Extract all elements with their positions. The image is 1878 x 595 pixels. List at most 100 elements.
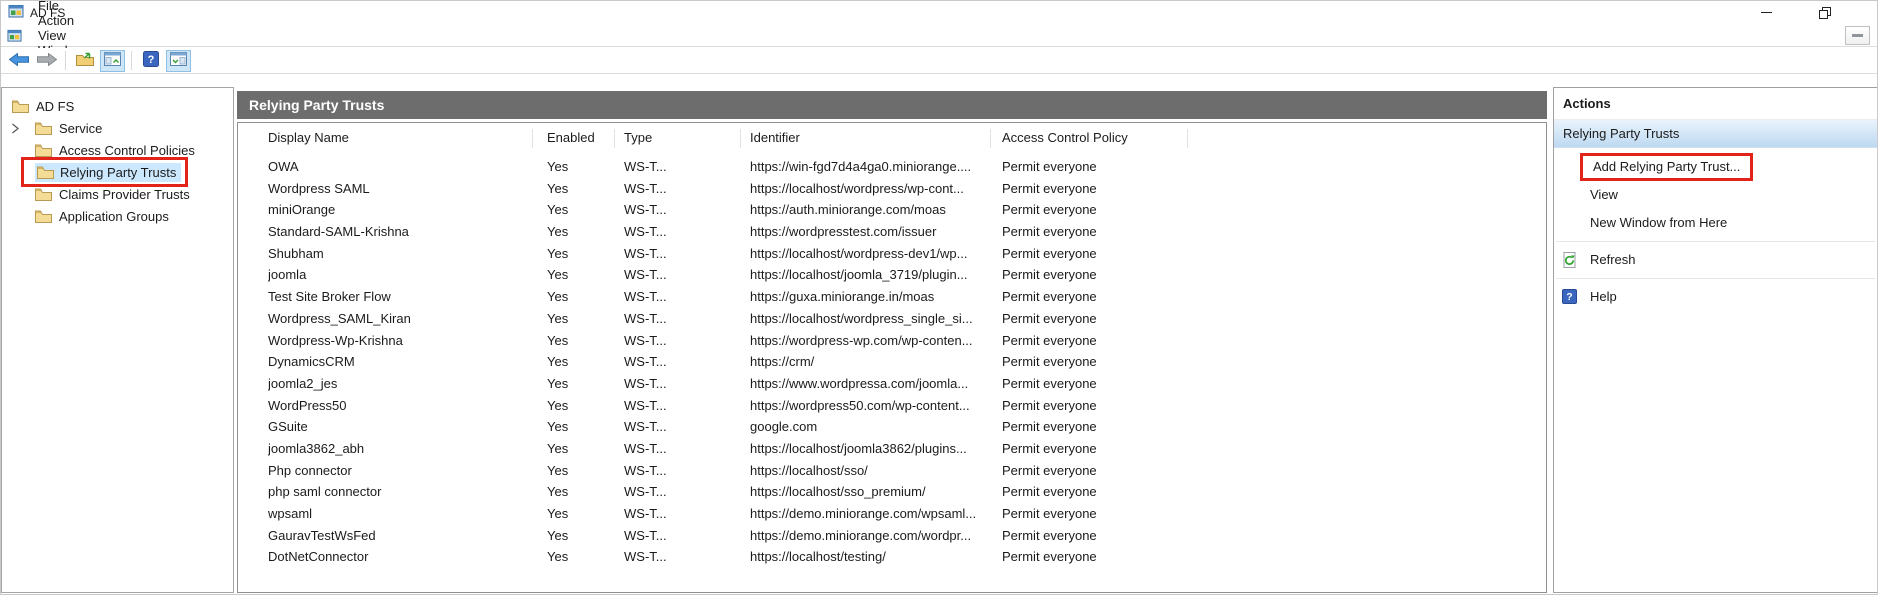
back-button[interactable] [6,50,31,72]
table-row-wordpress50[interactable]: WordPress50YesWS-T...https://wordpress50… [238,395,1546,417]
action-label: New Window from Here [1590,215,1727,230]
table-row-miniorange[interactable]: miniOrangeYesWS-T...https://auth.miniora… [238,199,1546,221]
table-row-php-connector[interactable]: Php connectorYesWS-T...https://localhost… [238,460,1546,482]
table-row-standard-saml-krishna[interactable]: Standard-SAML-KrishnaYesWS-T...https://w… [238,221,1546,243]
column-separator[interactable] [990,129,991,148]
chevron-right-icon[interactable] [7,123,35,134]
console-window-minimize-button[interactable] [1845,26,1870,45]
forward-button[interactable] [34,50,59,72]
column-header-access-control-policy[interactable]: Access Control Policy [1002,123,1186,153]
table-row-wpsaml[interactable]: wpsamlYesWS-T...https://demo.miniorange.… [238,503,1546,525]
cell-type: WS-T... [624,351,736,373]
action-refresh[interactable]: Refresh [1554,246,1877,274]
table-row-php-saml-connector[interactable]: php saml connectorYesWS-T...https://loca… [238,481,1546,503]
column-header-display-name[interactable]: Display Name [268,123,532,153]
cell-enabled: Yes [547,395,611,417]
column-header-identifier[interactable]: Identifier [750,123,986,153]
actions-group-header[interactable]: Relying Party Trusts [1554,120,1877,148]
cell-type: WS-T... [624,243,736,265]
cell-access-control-policy: Permit everyone [1002,438,1186,460]
cell-type: WS-T... [624,546,736,568]
folder-icon [35,210,52,223]
cell-type: WS-T... [624,503,736,525]
cell-enabled: Yes [547,373,611,395]
minimize-button[interactable] [1743,1,1789,24]
cell-display-name: GSuite [268,416,532,438]
table-row-joomla2-jes[interactable]: joomla2_jesYesWS-T...https://www.wordpre… [238,373,1546,395]
table-row-test-site-broker-flow[interactable]: Test Site Broker FlowYesWS-T...https://g… [238,286,1546,308]
column-header-type[interactable]: Type [624,123,736,153]
svg-text:?: ? [147,54,154,66]
action-help[interactable]: ? Help [1554,283,1877,311]
cell-enabled: Yes [547,481,611,503]
table-row-wordpress-wp-krishna[interactable]: Wordpress-Wp-KrishnaYesWS-T...https://wo… [238,330,1546,352]
column-separator[interactable] [532,129,533,148]
cell-access-control-policy: Permit everyone [1002,199,1186,221]
table-row-gauravtestwsfed[interactable]: GauravTestWsFedYesWS-T...https://demo.mi… [238,525,1546,547]
cell-access-control-policy: Permit everyone [1002,156,1186,178]
cell-access-control-policy: Permit everyone [1002,460,1186,482]
column-separator[interactable] [614,129,615,148]
action-pane-icon [170,52,187,69]
cell-type: WS-T... [624,330,736,352]
action-add-relying-party-trust[interactable]: Add Relying Party Trust... [1554,153,1877,181]
tree-item-application-groups[interactable]: Application Groups [2,205,233,227]
cell-display-name: Standard-SAML-Krishna [268,221,532,243]
action-label: Add Relying Party Trust... [1593,159,1740,174]
cell-enabled: Yes [547,308,611,330]
table-row-wordpress-saml-kiran[interactable]: Wordpress_SAML_KiranYesWS-T...https://lo… [238,308,1546,330]
actions-pane-header-text: Actions [1563,96,1611,111]
column-header-enabled[interactable]: Enabled [547,123,611,153]
table-row-joomla[interactable]: joomlaYesWS-T...https://localhost/joomla… [238,264,1546,286]
table-row-owa[interactable]: OWAYesWS-T...https://win-fgd7d4a4ga0.min… [238,156,1546,178]
action-label: Help [1590,289,1617,304]
table-row-shubham[interactable]: ShubhamYesWS-T...https://localhost/wordp… [238,243,1546,265]
show-console-tree-button[interactable] [100,50,125,72]
toolbar: ? [1,48,1877,74]
restore-button[interactable] [1802,1,1848,24]
cell-identifier: https://demo.miniorange.com/wpsaml... [750,503,986,525]
cell-display-name: Shubham [268,243,532,265]
folder-icon [35,144,52,157]
folder-icon [12,100,29,113]
app-icon [8,3,24,22]
cell-access-control-policy: Permit everyone [1002,395,1186,417]
help-toolbar-button[interactable]: ? [138,50,163,72]
action-new-window-from-here[interactable]: New Window from Here [1554,209,1877,237]
menu-file[interactable]: File [27,0,95,13]
cell-enabled: Yes [547,199,611,221]
cell-enabled: Yes [547,264,611,286]
show-action-pane-button[interactable] [166,50,191,72]
column-separator[interactable] [740,129,741,148]
tree-item-ad-fs[interactable]: AD FS [2,95,233,117]
cell-identifier: https://guxa.miniorange.in/moas [750,286,986,308]
cell-display-name: Wordpress_SAML_Kiran [268,308,532,330]
cell-enabled: Yes [547,178,611,200]
column-separator[interactable] [1187,129,1188,148]
tree-item-relying-party-trusts[interactable]: Relying Party Trusts [2,161,233,183]
table-row-wordpress-saml[interactable]: Wordpress SAMLYesWS-T...https://localhos… [238,178,1546,200]
help-icon: ? [1562,289,1577,304]
table-row-gsuite[interactable]: GSuiteYesWS-T...google.comPermit everyon… [238,416,1546,438]
table-row-joomla3862-abh[interactable]: joomla3862_abhYesWS-T...https://localhos… [238,438,1546,460]
toolbar-separator [131,51,132,70]
cell-identifier: https://localhost/wordpress_single_si... [750,308,986,330]
toolbar-separator [65,51,66,70]
table-row-dotnetconnector[interactable]: DotNetConnectorYesWS-T...https://localho… [238,546,1546,568]
cell-type: WS-T... [624,199,736,221]
folder-icon [35,122,52,135]
cell-enabled: Yes [547,221,611,243]
cell-enabled: Yes [547,525,611,547]
actions-pane: Actions Relying Party Trusts Add Relying… [1553,87,1878,593]
up-one-level-button[interactable] [72,50,97,72]
tree-item-service[interactable]: Service [2,117,233,139]
cell-identifier: https://demo.miniorange.com/wordpr... [750,525,986,547]
cell-identifier: https://wordpresstest.com/issuer [750,221,986,243]
action-view[interactable]: View [1554,181,1877,209]
menu-view[interactable]: View [27,28,95,43]
menu-action[interactable]: Action [27,13,95,28]
cell-display-name: WordPress50 [268,395,532,417]
table-row-dynamicscrm[interactable]: DynamicsCRMYesWS-T...https://crm/Permit … [238,351,1546,373]
cell-enabled: Yes [547,438,611,460]
tree-item-label: Service [59,121,102,136]
